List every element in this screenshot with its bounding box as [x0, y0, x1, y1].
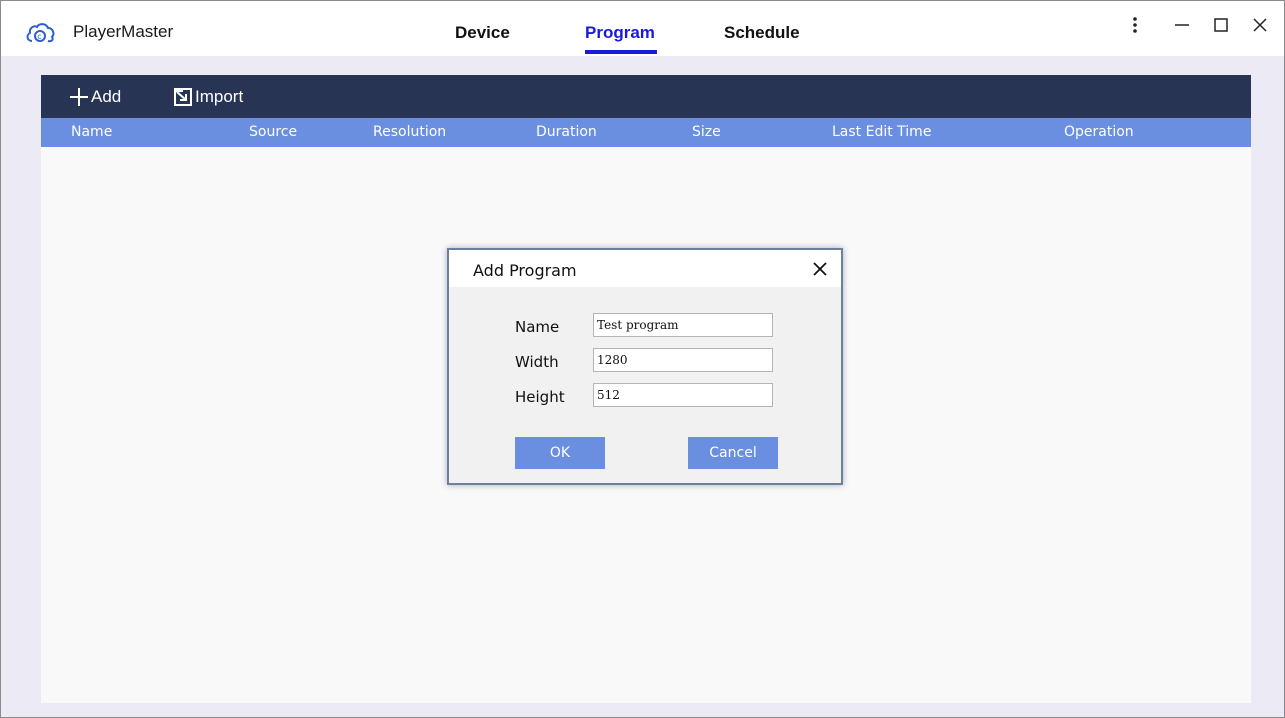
table-header: Name Source Resolution Duration Size Las… [41, 118, 1251, 147]
tab-program[interactable]: Program [585, 23, 655, 43]
app-title: PlayerMaster [73, 22, 174, 41]
name-label: Name [515, 318, 560, 336]
vertical-dots-icon[interactable] [1123, 13, 1147, 37]
cancel-button[interactable]: Cancel [688, 437, 778, 469]
col-header-name[interactable]: Name [71, 124, 112, 140]
maximize-icon[interactable] [1209, 13, 1233, 37]
import-icon [174, 88, 192, 106]
col-header-duration[interactable]: Duration [536, 124, 597, 140]
import-label: Import [195, 87, 244, 106]
cloud-icon: c [26, 23, 55, 43]
col-header-resolution[interactable]: Resolution [373, 124, 446, 140]
dialog-header: Add Program [449, 250, 841, 287]
ok-button[interactable]: OK [515, 437, 605, 469]
col-header-size[interactable]: Size [692, 124, 721, 140]
dialog-title: Add Program [473, 261, 577, 280]
height-field[interactable]: 512 [593, 383, 773, 407]
width-field[interactable]: 1280 [593, 348, 773, 372]
tab-device[interactable]: Device [455, 23, 510, 43]
add-label: Add [91, 87, 122, 106]
col-header-operation[interactable]: Operation [1064, 124, 1134, 140]
minimize-icon[interactable] [1170, 13, 1194, 37]
toolbar: Add Import [41, 75, 1251, 118]
active-tab-indicator [585, 50, 657, 54]
svg-text:c: c [37, 32, 41, 41]
title-bar: c PlayerMaster Device Program Schedule [1, 1, 1284, 56]
plus-icon [70, 88, 88, 106]
height-label: Height [515, 388, 565, 406]
import-button[interactable]: Import [173, 85, 243, 109]
tab-schedule[interactable]: Schedule [724, 23, 800, 43]
add-button[interactable]: Add [69, 85, 121, 109]
app-window: c PlayerMaster Device Program Schedule A… [0, 0, 1285, 718]
width-label: Width [515, 353, 559, 371]
close-icon[interactable] [1248, 13, 1272, 37]
col-header-last-edit-time[interactable]: Last Edit Time [832, 124, 931, 140]
col-header-source[interactable]: Source [249, 124, 297, 140]
dialog-close-icon[interactable] [811, 260, 829, 278]
add-program-dialog: Add Program Name Test program Width 1280… [447, 248, 843, 485]
name-field[interactable]: Test program [593, 313, 773, 337]
